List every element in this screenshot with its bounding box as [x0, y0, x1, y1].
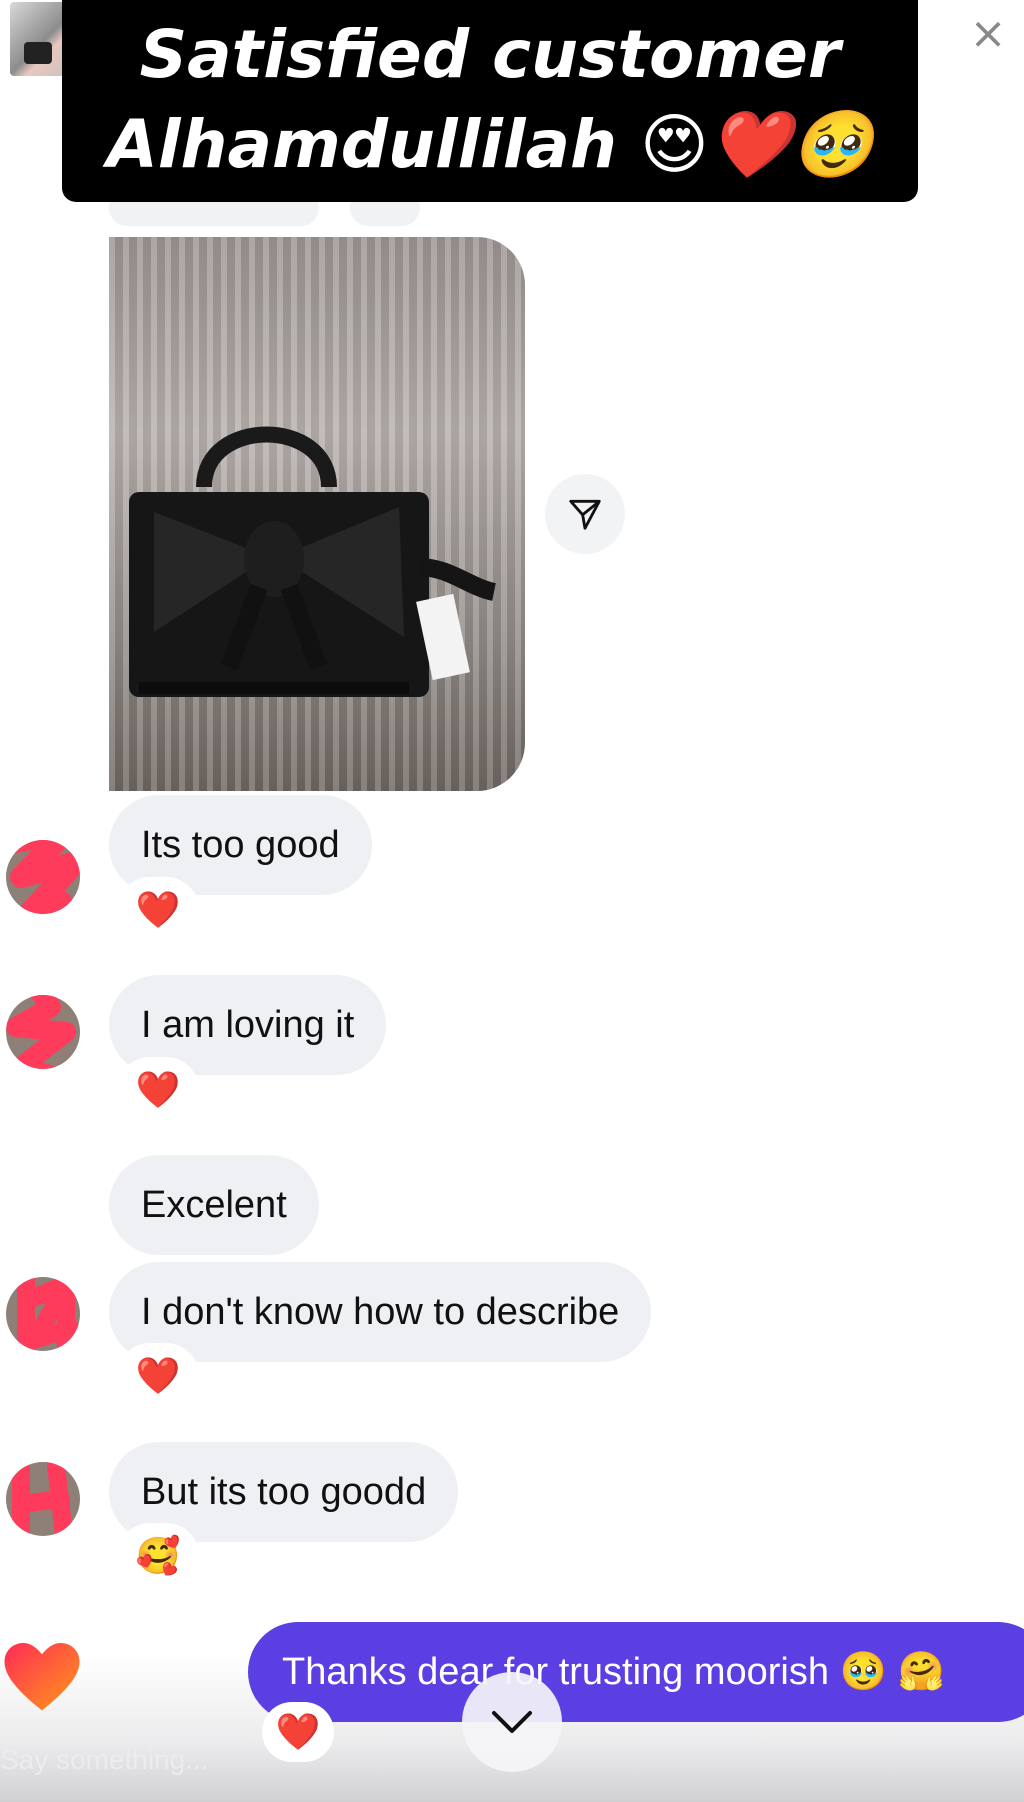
message-reaction[interactable]: 🥰 [122, 1528, 194, 1584]
message-reaction[interactable]: ❤️ [122, 1348, 194, 1404]
message-bubble[interactable]: Excelent [109, 1155, 319, 1255]
reaction-emoji: 🥰 [135, 1535, 181, 1576]
avatar[interactable] [6, 1277, 80, 1351]
outgoing-message-text: Thanks dear for trusting moorish 🥹 🤗 [282, 1651, 945, 1693]
reaction-emoji: ❤️ [135, 889, 181, 930]
message-bubble[interactable]: I don't know how to describe [109, 1262, 652, 1362]
redaction-scribble [17, 1277, 80, 1351]
scroll-down-button[interactable] [462, 1672, 562, 1772]
reaction-emoji: ❤️ [135, 1069, 181, 1110]
close-icon[interactable]: × [968, 12, 1008, 56]
message-text: I don't know how to describe [141, 1291, 620, 1333]
message-bubble[interactable]: But its too goodd [109, 1442, 459, 1542]
avatar[interactable] [6, 995, 80, 1069]
story-caption-banner: Satisfied customer Alhamdullilah 😍❤️🥹 [62, 0, 918, 202]
avatar[interactable] [6, 1462, 80, 1536]
banner-line-2: Alhamdullilah 😍❤️🥹 [106, 106, 874, 183]
share-button[interactable] [545, 474, 625, 554]
chevron-down-icon [492, 1711, 532, 1733]
message-text: But its too goodd [141, 1471, 427, 1513]
outgoing-message-bubble[interactable]: Thanks dear for trusting moorish 🥹 🤗 [248, 1622, 1024, 1722]
message-input[interactable] [0, 1738, 330, 1782]
message-reaction[interactable]: ❤️ [122, 882, 194, 938]
heart-icon[interactable] [2, 1638, 82, 1718]
redaction-scribble [6, 995, 76, 1069]
message-reaction[interactable]: ❤️ [122, 1062, 194, 1118]
message-text: Its too good [141, 824, 340, 866]
message-text: Excelent [141, 1184, 287, 1226]
redaction-scribble [6, 840, 80, 914]
message-bubble[interactable]: Its too good [109, 795, 372, 895]
redaction-scribble [12, 1462, 74, 1536]
avatar[interactable] [6, 840, 80, 914]
paper-plane-icon [569, 499, 601, 530]
message-bubble[interactable]: I am loving it [109, 975, 387, 1075]
message-text: I am loving it [141, 1004, 355, 1046]
shared-photo-handbag[interactable] [109, 237, 525, 791]
banner-line-1: Satisfied customer [139, 16, 841, 93]
reaction-emoji: ❤️ [135, 1355, 181, 1396]
handbag-illustration [129, 426, 497, 697]
